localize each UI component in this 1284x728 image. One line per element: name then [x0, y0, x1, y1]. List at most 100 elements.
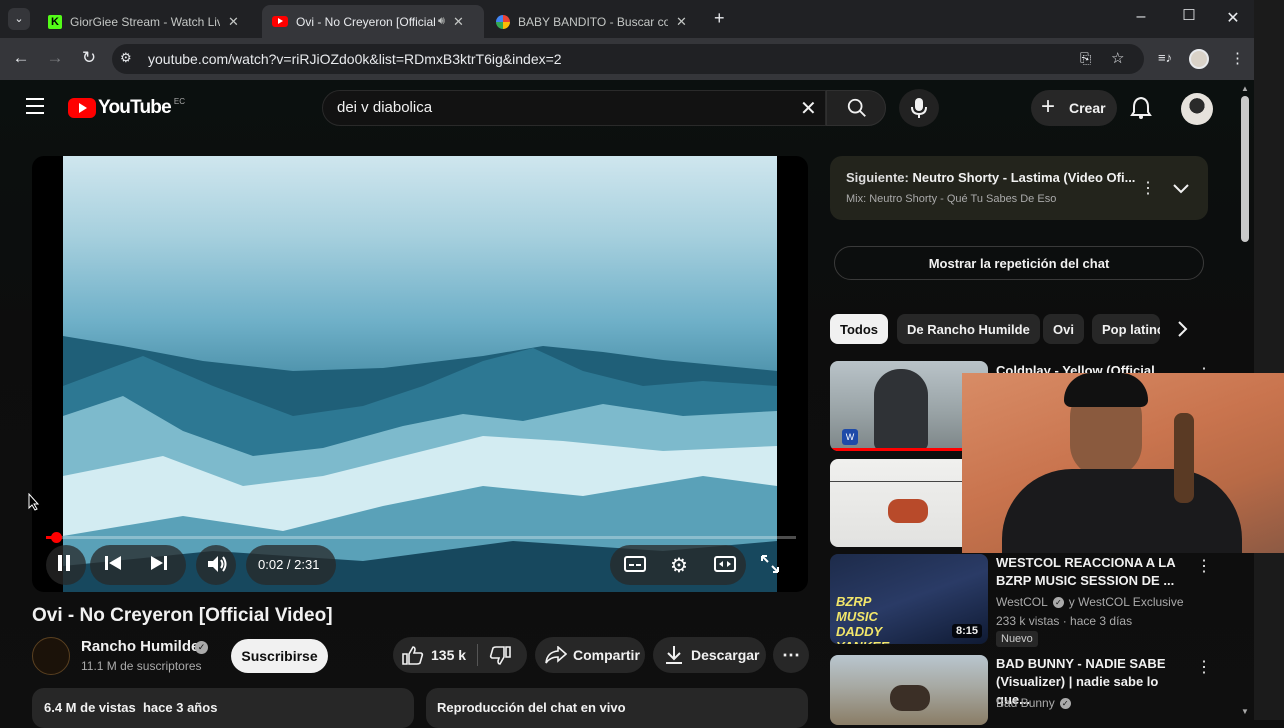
sneakers-image	[888, 499, 928, 523]
video-channel: Bad Bunny ✓	[996, 696, 1071, 710]
like-divider	[477, 644, 478, 666]
search-button[interactable]	[826, 90, 886, 126]
account-avatar[interactable]	[1181, 93, 1213, 125]
share-label: Compartir	[573, 647, 640, 663]
tab-search-button[interactable]: ⌄	[8, 8, 30, 30]
chip-label: Pop latino	[1102, 321, 1160, 337]
subscriber-count: 11.1 M de suscriptores	[81, 659, 202, 673]
channel-extra: y WestCOL Exclusive	[1068, 595, 1184, 609]
chip-rancho-humilde[interactable]: De Rancho Humilde	[897, 314, 1040, 344]
video-menu-icon[interactable]: ⋮	[1196, 657, 1212, 677]
share-button[interactable]: Compartir	[535, 637, 645, 673]
bookmark-star-icon[interactable]: ☆	[1111, 49, 1124, 67]
back-icon[interactable]: ←	[10, 48, 32, 68]
thumbnail-text: BZRP MUSIC DADDY YANKEE	[836, 594, 889, 644]
close-tab-icon[interactable]: ✕	[228, 14, 239, 30]
thumbs-down-icon	[489, 646, 511, 665]
chip-ovi[interactable]: Ovi	[1043, 314, 1084, 344]
speaker-icon[interactable]: 🔊︎	[438, 15, 445, 28]
close-tab-icon[interactable]: ✕	[676, 14, 687, 30]
subscribe-button[interactable]: Suscribirse	[231, 639, 328, 673]
browser-menu-icon[interactable]: ⋮	[1230, 49, 1245, 67]
next-icon[interactable]	[150, 554, 168, 577]
video-thumbnail[interactable]: BZRP MUSIC DADDY YANKEE 8:15	[830, 554, 988, 644]
show-chat-label: Mostrar la repetición del chat	[928, 255, 1110, 271]
tab-google[interactable]: BABY BANDITO - Buscar con Go ✕	[486, 5, 706, 38]
maximize-icon[interactable]: ☐	[1179, 6, 1199, 24]
chip-label: De Rancho Humilde	[907, 321, 1030, 337]
video-thumbnail[interactable]	[830, 655, 988, 725]
window-edge	[1254, 0, 1284, 720]
subtitles-icon[interactable]	[624, 556, 646, 577]
chip-all[interactable]: Todos	[830, 314, 889, 344]
site-settings-icon[interactable]: ⚙	[120, 50, 132, 66]
forward-icon[interactable]: →	[44, 48, 66, 68]
chat-replay-label: Reproducción del chat en vivo	[437, 700, 626, 715]
video-frame	[63, 156, 777, 592]
download-button[interactable]: Descargar	[653, 637, 766, 673]
view-stats: 6.4 M de vistas hace 3 años	[44, 700, 218, 715]
mouse-cursor-icon	[28, 492, 40, 516]
video-channel: WestCOL ✓ y WestCOL Exclusive	[996, 595, 1184, 609]
close-tab-icon[interactable]: ✕	[453, 14, 464, 30]
up-next-video: Neutro Shorty - Lastima (Video Ofi...	[912, 170, 1136, 185]
video-menu-icon[interactable]: ⋮	[1196, 556, 1212, 576]
scroll-down-arrow-icon[interactable]: ▼	[1241, 707, 1249, 716]
previous-icon[interactable]	[104, 554, 122, 577]
hamburger-menu-icon[interactable]	[26, 98, 44, 114]
page-scrollbar-thumb[interactable]	[1241, 96, 1249, 242]
up-next-label: Siguiente:	[846, 170, 909, 185]
mountains-scene	[63, 336, 777, 592]
chips-next-icon[interactable]	[1178, 321, 1188, 342]
volume-icon[interactable]	[206, 554, 228, 579]
region-code: EC	[173, 96, 185, 106]
person-silhouette	[874, 369, 928, 451]
reload-icon[interactable]: ↻	[78, 48, 100, 68]
video-player[interactable]: 0:02 / 2:31 ⚙	[32, 156, 808, 592]
theater-mode-icon[interactable]	[714, 556, 736, 577]
microphone-icon	[911, 98, 927, 118]
more-actions-button[interactable]: ⋯	[773, 637, 809, 673]
scroll-up-arrow-icon[interactable]: ▲	[1241, 84, 1249, 93]
channel-name[interactable]: Bad Bunny	[996, 696, 1055, 710]
tab-title: BABY BANDITO - Buscar con Go	[518, 14, 668, 29]
plus-icon: +	[1041, 93, 1056, 120]
tab-kick[interactable]: K GiorGiee Stream - Watch Live on ✕	[38, 5, 258, 38]
rider-silhouette	[890, 685, 930, 711]
show-chat-replay-button[interactable]: Mostrar la repetición del chat	[834, 246, 1204, 280]
youtube-logo[interactable]: YouTube EC	[68, 97, 185, 119]
kick-icon: K	[48, 14, 62, 29]
notifications-bell-icon[interactable]	[1130, 96, 1152, 125]
create-button[interactable]: + Crear	[1031, 90, 1117, 126]
channel-name[interactable]: Rancho Humilde	[81, 638, 199, 655]
profile-avatar[interactable]	[1189, 49, 1209, 69]
chip-pop-latino[interactable]: Pop latino	[1092, 314, 1160, 344]
streamer-hair	[1064, 373, 1148, 407]
minimize-icon[interactable]: –	[1131, 8, 1151, 26]
install-app-icon[interactable]: ⎘	[1080, 50, 1091, 67]
video-title[interactable]: WESTCOL REACCIONA A LA BZRP MUSIC SESSIO…	[996, 554, 1192, 590]
video-title: Ovi - No Creyeron [Official Video]	[32, 605, 333, 626]
progress-scrubber[interactable]	[51, 532, 62, 543]
download-icon	[666, 646, 682, 664]
download-label: Descargar	[691, 647, 760, 663]
pause-icon[interactable]	[52, 554, 76, 577]
voice-search-button[interactable]	[899, 89, 939, 127]
clear-search-icon[interactable]: ✕	[800, 96, 817, 121]
tab-youtube[interactable]: Ovi - No Creyeron [Official Vid 🔊︎ ✕	[262, 5, 484, 38]
new-tab-button[interactable]: +	[714, 8, 725, 29]
expand-chevron-icon[interactable]	[1173, 181, 1189, 199]
dislike-button[interactable]	[489, 646, 511, 671]
progress-track[interactable]	[46, 532, 796, 543]
up-next-menu-icon[interactable]: ⋮	[1140, 178, 1156, 198]
close-window-icon[interactable]: ✕	[1223, 8, 1243, 28]
fullscreen-icon[interactable]	[760, 554, 780, 579]
channel-name[interactable]: WestCOL	[996, 595, 1048, 609]
channel-avatar[interactable]	[32, 637, 70, 675]
url-text[interactable]: youtube.com/watch?v=riRJiOZdo0k&list=RDm…	[148, 51, 562, 67]
thumbs-up-icon	[402, 646, 424, 665]
settings-gear-icon[interactable]: ⚙	[670, 553, 688, 578]
media-control-icon[interactable]: ≡♪	[1158, 50, 1172, 65]
youtube-play-icon	[68, 98, 96, 118]
like-button[interactable]: 135 k	[402, 645, 466, 665]
